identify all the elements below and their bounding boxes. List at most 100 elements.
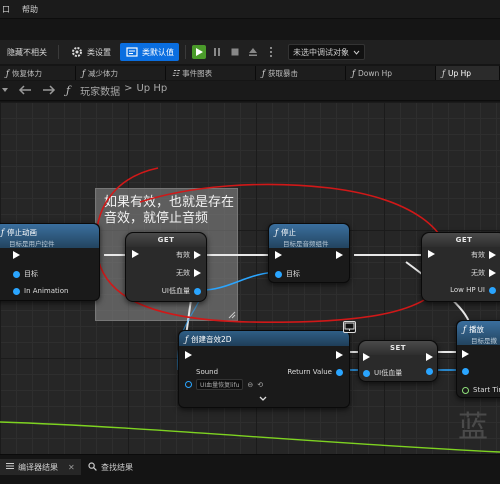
node-stop-audio[interactable]: ƒ 停止 目标是音频组件 目标 bbox=[268, 223, 350, 283]
sound-asset-value[interactable]: UI血量恢复lifu bbox=[196, 379, 244, 390]
pin-in-animation[interactable]: In Animation bbox=[13, 287, 68, 295]
close-icon[interactable]: ✕ bbox=[68, 463, 75, 472]
pin-exec-in[interactable] bbox=[462, 350, 469, 358]
pin-label: Return Value bbox=[287, 368, 332, 376]
play-icon[interactable] bbox=[192, 45, 206, 59]
tab-reduce-stamina[interactable]: ƒ 减少体力 bbox=[76, 66, 166, 80]
pin-label: 目标 bbox=[24, 270, 38, 278]
eject-icon[interactable] bbox=[246, 45, 260, 59]
reset-icon[interactable]: ⟲ bbox=[257, 381, 263, 389]
breadcrumb: 玩家数据 > Up Hp bbox=[80, 83, 167, 98]
pin-exec-out[interactable] bbox=[336, 251, 343, 259]
menu-item-partial[interactable]: 口 bbox=[2, 4, 10, 15]
node-title: 播放 bbox=[468, 325, 484, 334]
node-create-sound-2d[interactable]: ƒ 创建音效2D Sound Return Value UI血量恢复lifu ⊖ … bbox=[178, 330, 350, 408]
node-play[interactable]: ƒ播放 目标是撒 Start Tim bbox=[456, 320, 500, 398]
pin-label: Start Tim bbox=[473, 386, 500, 394]
exec-pin-icon bbox=[194, 269, 201, 277]
function-icon: ƒ bbox=[463, 325, 466, 334]
tab-label: 获取暴击 bbox=[267, 68, 298, 78]
node-stop-animation[interactable]: ƒ 停止动画 目标是用户控件 目标 In Animation bbox=[0, 223, 100, 301]
exec-pin-icon bbox=[462, 350, 469, 358]
exec-pin-icon bbox=[13, 251, 20, 259]
object-pin-icon bbox=[13, 270, 20, 278]
pin-start-time[interactable]: Start Tim bbox=[462, 386, 500, 394]
class-defaults-button[interactable]: 类默认值 bbox=[120, 43, 179, 61]
pin-exec-in[interactable] bbox=[185, 351, 192, 359]
object-pin-icon bbox=[185, 381, 192, 388]
blueprint-graph[interactable]: 如果有效，也就是存在音效，就停止音频 ƒ 停止动画 目标是用户控件 目标 In A bbox=[0, 102, 500, 454]
tab-event-graph[interactable]: ☷ 事件图表 bbox=[166, 66, 256, 80]
stop-icon[interactable] bbox=[228, 45, 242, 59]
pin-exec-in[interactable] bbox=[275, 251, 282, 259]
more-options-icon[interactable] bbox=[264, 45, 278, 59]
tab-get-crit[interactable]: ƒ 获取暴击 bbox=[256, 66, 346, 80]
browse-icon[interactable]: ⊖ bbox=[247, 381, 253, 389]
node-set-ui-low-hp[interactable]: SET UI低血量 bbox=[358, 340, 438, 382]
class-settings-button[interactable]: 类设置 bbox=[65, 43, 116, 61]
function-icon: ƒ bbox=[6, 68, 9, 78]
pin-variable-out[interactable] bbox=[426, 368, 433, 375]
forward-arrow-icon[interactable] bbox=[42, 84, 56, 97]
pin-label: 有效 bbox=[471, 251, 485, 259]
tab-down-hp[interactable]: ƒ Down Hp bbox=[346, 66, 436, 80]
pin-invalid[interactable]: 无效 bbox=[176, 268, 201, 278]
pin-variable-in[interactable]: UI低血量 bbox=[363, 368, 402, 378]
pin-return-value[interactable]: Return Value bbox=[287, 368, 343, 376]
pin-target[interactable]: 目标 bbox=[275, 269, 300, 279]
tab-compiler-results[interactable]: 编译器结果 ✕ bbox=[0, 459, 81, 475]
object-pin-icon bbox=[13, 287, 20, 295]
node-get-low-hp-ui[interactable]: GET 有效 无效 Low HP UI bbox=[421, 232, 500, 302]
pin-label: 有效 bbox=[176, 251, 190, 259]
hide-unrelated-label: 隐藏不相关 bbox=[7, 47, 47, 57]
expand-chevron-icon[interactable] bbox=[259, 395, 267, 404]
back-arrow-icon[interactable] bbox=[18, 84, 32, 97]
node-header: ƒ 停止 目标是音频组件 bbox=[269, 224, 349, 248]
pin-exec-out[interactable] bbox=[336, 351, 343, 359]
event-graph-icon: ☷ bbox=[172, 68, 180, 78]
pin-target[interactable] bbox=[462, 368, 469, 375]
node-get-ui-low-hp[interactable]: GET 有效 无效 UI低血量 bbox=[125, 232, 207, 302]
pin-label: 目标 bbox=[286, 270, 300, 278]
node-title: GET bbox=[126, 233, 206, 247]
debug-target-dropdown[interactable]: 未选中调试对象 bbox=[288, 44, 365, 60]
pin-exec-in[interactable] bbox=[428, 250, 435, 258]
pin-variable[interactable]: UI低血量 bbox=[162, 286, 201, 296]
object-pin-icon bbox=[426, 368, 433, 375]
pin-variable[interactable]: Low HP UI bbox=[450, 286, 496, 294]
node-subtitle: 目标是用户控件 bbox=[9, 240, 55, 248]
pin-valid[interactable]: 有效 bbox=[471, 250, 496, 260]
tab-restore-stamina[interactable]: ƒ 恢复体力 bbox=[0, 66, 76, 80]
node-title: 创建音效2D bbox=[190, 335, 232, 344]
breadcrumb-root[interactable]: 玩家数据 bbox=[80, 83, 120, 98]
pause-icon[interactable] bbox=[210, 45, 224, 59]
search-icon bbox=[88, 461, 97, 473]
pin-label: 无效 bbox=[471, 269, 485, 277]
exec-pin-icon bbox=[185, 351, 192, 359]
tab-find-results[interactable]: 查找结果 bbox=[82, 459, 139, 475]
pin-exec-in[interactable] bbox=[132, 250, 139, 258]
pin-invalid[interactable]: 无效 bbox=[471, 268, 496, 278]
pin-exec-out[interactable] bbox=[426, 353, 433, 361]
node-title: 停止 bbox=[280, 228, 296, 237]
pin-valid[interactable]: 有效 bbox=[176, 250, 201, 260]
breadcrumb-current: Up Hp bbox=[136, 83, 168, 94]
pin-exec-out[interactable] bbox=[13, 251, 20, 259]
document-tabs: ƒ 恢复体力 ƒ 减少体力 ☷ 事件图表 ƒ 获取暴击 ƒ Down Hp ƒ … bbox=[0, 66, 500, 80]
object-pin-icon bbox=[462, 368, 469, 375]
node-header: ƒ 停止动画 目标是用户控件 bbox=[0, 224, 99, 248]
pin-target[interactable]: 目标 bbox=[13, 269, 38, 279]
sound-asset-picker[interactable]: UI血量恢复lifu ⊖ ⟲ bbox=[185, 379, 263, 390]
tab-up-hp[interactable]: ƒ Up Hp bbox=[436, 66, 500, 80]
hide-unrelated-button[interactable]: 隐藏不相关 bbox=[2, 43, 52, 61]
function-icon: ƒ bbox=[1, 228, 4, 237]
object-pin-icon bbox=[363, 369, 370, 377]
pin-exec-in[interactable] bbox=[363, 353, 370, 361]
bottom-panel: 编译器结果 ✕ 查找结果 bbox=[0, 454, 500, 484]
function-icon: ƒ bbox=[82, 68, 85, 78]
menu-item-help[interactable]: 帮助 bbox=[22, 4, 38, 15]
menu-bar: 口 帮助 bbox=[0, 0, 500, 19]
pin-sound[interactable]: Sound bbox=[185, 368, 218, 376]
dropdown-caret-icon[interactable] bbox=[2, 86, 8, 96]
tab-label: 恢复体力 bbox=[11, 68, 42, 78]
